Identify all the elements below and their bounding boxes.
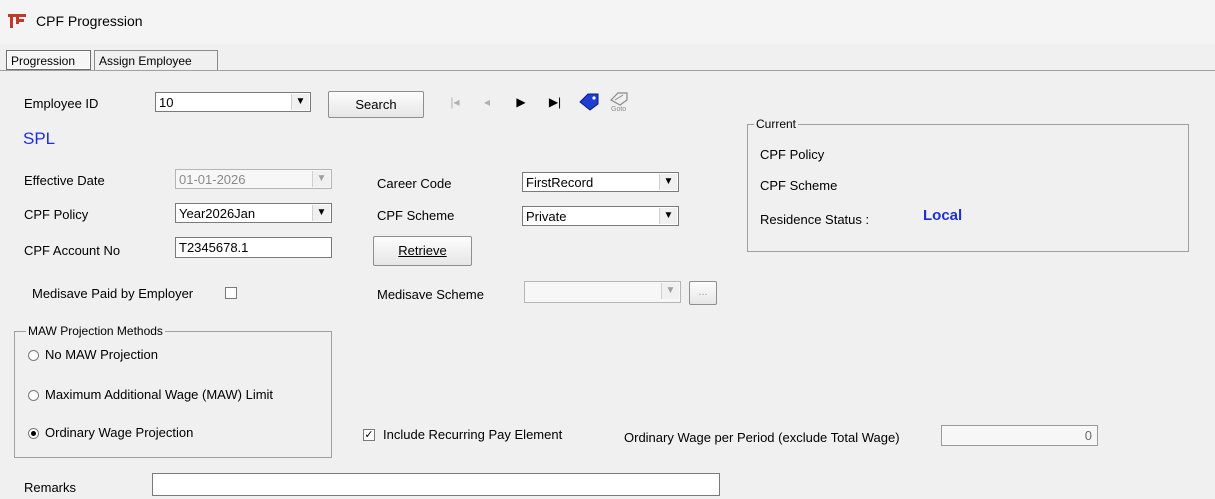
maw-option-radio[interactable]	[28, 390, 39, 401]
cpf-policy-label: CPF Policy	[24, 207, 89, 222]
tab-assign-employee[interactable]: Assign Employee	[94, 50, 218, 70]
medisave-employer-checkbox[interactable]	[225, 287, 237, 299]
residence-status-value: Local	[923, 207, 963, 224]
chevron-down-icon: ▼	[312, 205, 330, 221]
maw-projection-title: MAW Projection Methods	[26, 324, 165, 338]
cpf-scheme-select[interactable]: Private ▼	[522, 206, 679, 226]
prev-record-icon[interactable]: ◂	[478, 94, 496, 110]
cpf-scheme-value: Private	[526, 209, 567, 224]
residence-status-label: Residence Status :	[760, 212, 870, 227]
ordinary-wage-input[interactable]: 0	[941, 425, 1098, 446]
cpf-account-label: CPF Account No	[24, 243, 121, 258]
maw-option-label[interactable]: No MAW Projection	[45, 347, 158, 362]
chevron-down-icon: ▼	[312, 171, 330, 187]
medisave-scheme-browse-button[interactable]: ...	[689, 281, 717, 305]
recurring-pay-checkbox[interactable]: ✓	[363, 429, 375, 441]
effective-date-value: 01-01-2026	[179, 172, 246, 187]
current-cpf-policy-label: CPF Policy	[760, 147, 825, 162]
tab-progression[interactable]: Progression	[6, 50, 91, 70]
search-button[interactable]: Search	[328, 91, 424, 118]
chevron-down-icon: ▼	[661, 283, 679, 299]
retrieve-button[interactable]: Retrieve	[373, 236, 472, 266]
title-bar	[0, 0, 1215, 44]
next-record-icon[interactable]: ▶	[512, 94, 530, 110]
last-record-icon[interactable]: ▶|	[545, 94, 565, 110]
current-group-title: Current	[754, 117, 799, 131]
check-icon: ✓	[364, 429, 374, 441]
effective-date-picker: 01-01-2026 ▼	[175, 169, 332, 189]
first-record-icon[interactable]: |◂	[446, 94, 464, 110]
cpf-scheme-label: CPF Scheme	[377, 208, 455, 223]
chevron-down-icon: ▼	[659, 174, 677, 190]
maw-option-radio[interactable]	[28, 350, 39, 361]
career-code-select[interactable]: FirstRecord ▼	[522, 172, 679, 192]
employee-code: SPL	[23, 129, 56, 148]
goto-label: Goto	[611, 106, 627, 113]
maw-option-radio-selected[interactable]	[28, 428, 39, 439]
effective-date-label: Effective Date	[24, 173, 105, 188]
recurring-pay-label[interactable]: Include Recurring Pay Element	[383, 427, 562, 442]
career-code-value: FirstRecord	[526, 175, 594, 190]
app-logo-icon	[8, 14, 26, 28]
remarks-input[interactable]	[152, 473, 720, 496]
career-code-label: Career Code	[377, 176, 452, 191]
cpf-policy-value: Year2026Jan	[179, 206, 256, 221]
medisave-employer-label: Medisave Paid by Employer	[32, 286, 194, 301]
window-title: CPF Progression	[36, 13, 143, 29]
goto-icon[interactable]	[609, 92, 633, 106]
current-cpf-scheme-label: CPF Scheme	[760, 178, 838, 193]
medisave-scheme-label: Medisave Scheme	[377, 287, 484, 302]
employee-id-label: Employee ID	[24, 96, 99, 111]
remarks-label: Remarks	[24, 480, 77, 495]
maw-option-label[interactable]: Ordinary Wage Projection	[45, 425, 193, 440]
ordinary-wage-label: Ordinary Wage per Period (exclude Total …	[624, 430, 900, 445]
medisave-scheme-select: ▼	[524, 281, 681, 303]
cpf-policy-select[interactable]: Year2026Jan ▼	[175, 203, 332, 223]
employee-id-select[interactable]: 10 ▼	[155, 92, 311, 112]
chevron-down-icon: ▼	[659, 208, 677, 224]
cpf-account-input[interactable]: T2345678.1	[175, 237, 332, 258]
maw-option-label[interactable]: Maximum Additional Wage (MAW) Limit	[45, 387, 273, 402]
chevron-down-icon: ▼	[291, 94, 309, 110]
tag-icon[interactable]	[578, 93, 600, 111]
employee-id-value: 10	[159, 95, 174, 110]
